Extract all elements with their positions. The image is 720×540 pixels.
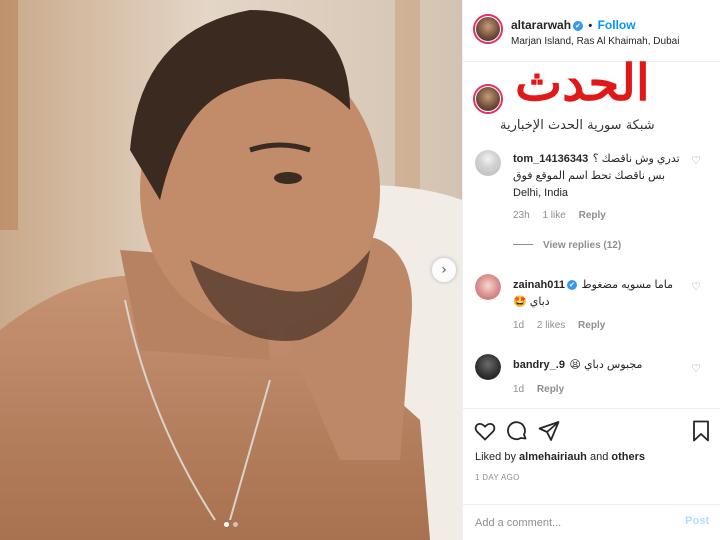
carousel-dots bbox=[224, 522, 238, 527]
header-separator: • bbox=[588, 20, 593, 32]
comment-text-line: دباي 🤩 bbox=[513, 296, 550, 308]
post-actions: Liked by almehairiauh and others 1 DAY A… bbox=[463, 408, 720, 504]
like-comment-heart-icon[interactable]: ♡ bbox=[691, 154, 701, 167]
post-time-ago[interactable]: 1 DAY AGO bbox=[475, 473, 520, 482]
like-heart-icon[interactable] bbox=[473, 419, 497, 443]
watermark-text: شبكة سورية الحدث الإخبارية bbox=[500, 118, 655, 133]
commenter-avatar[interactable] bbox=[475, 274, 501, 300]
save-bookmark-icon[interactable] bbox=[689, 419, 713, 443]
view-replies-button[interactable]: View replies (12) bbox=[513, 240, 621, 251]
post-location[interactable]: Marjan Island, Ras Al Khaimah, Dubai bbox=[511, 36, 679, 47]
comment-text-line: مجبوس دباي 😫 bbox=[569, 359, 643, 371]
verified-badge-icon: ✔ bbox=[573, 21, 584, 31]
share-paper-plane-icon[interactable] bbox=[537, 419, 561, 443]
post-photo[interactable]: › bbox=[0, 0, 462, 540]
next-photo-button[interactable]: › bbox=[432, 258, 456, 282]
post-comment-button[interactable]: Post bbox=[685, 515, 709, 527]
comment-bubble-icon[interactable] bbox=[505, 419, 529, 443]
reply-button[interactable]: Reply bbox=[578, 320, 605, 331]
comment-likes[interactable]: 1 like bbox=[542, 210, 565, 221]
view-replies-line bbox=[513, 244, 533, 245]
comment-composer: Post bbox=[463, 504, 720, 540]
comment-time: 1d bbox=[513, 320, 525, 331]
liked-by-line: Liked by almehairiauh and others bbox=[475, 451, 645, 463]
commenter-avatar[interactable] bbox=[475, 354, 501, 380]
comment-meta: 23h 1 like Reply bbox=[513, 210, 616, 221]
like-comment-heart-icon[interactable]: ♡ bbox=[691, 280, 701, 293]
comment-text-line: تدري وش ناقصك ؟ bbox=[592, 153, 680, 165]
author-avatar[interactable] bbox=[473, 14, 503, 44]
like-comment-heart-icon[interactable]: ♡ bbox=[691, 362, 701, 375]
commenter-avatar[interactable] bbox=[475, 150, 501, 176]
liked-by-prefix: Liked by bbox=[475, 451, 516, 463]
comment-username[interactable]: tom_14136343 bbox=[513, 153, 588, 165]
comment-username[interactable]: bandry_.9 bbox=[513, 359, 565, 371]
carousel-dot bbox=[233, 522, 238, 527]
watermark-logo: الحدث bbox=[515, 53, 652, 112]
header-user-line: altararwah ✔ • Follow bbox=[511, 18, 636, 32]
chevron-right-icon: › bbox=[441, 262, 447, 278]
comment-text-line: Delhi, India bbox=[513, 187, 569, 199]
caption-author-avatar[interactable] bbox=[473, 84, 503, 114]
liked-by-user[interactable]: almehairiauh bbox=[519, 451, 587, 463]
carousel-dot-active bbox=[224, 522, 229, 527]
follow-button[interactable]: Follow bbox=[598, 18, 636, 32]
liked-by-and: and bbox=[589, 451, 609, 463]
comment-username[interactable]: zainah011 bbox=[513, 279, 565, 291]
reply-button[interactable]: Reply bbox=[537, 384, 564, 395]
comment-meta: 1d 2 likes Reply bbox=[513, 320, 615, 331]
add-comment-input[interactable] bbox=[475, 513, 665, 533]
comment-text-line: بس ناقصك تحط اسم الموقع فوق bbox=[513, 170, 666, 182]
view-replies-label: View replies (12) bbox=[543, 240, 622, 251]
comment-text-line: ماما مسويه مضغوط bbox=[581, 279, 673, 291]
verified-badge-icon: ✔ bbox=[566, 280, 577, 290]
author-username[interactable]: altararwah bbox=[511, 18, 571, 32]
liked-by-others[interactable]: others bbox=[611, 451, 645, 463]
reply-button[interactable]: Reply bbox=[579, 210, 606, 221]
comments-list[interactable]: tom_14136343 تدري وش ناقصك ؟ بس ناقصك تح… bbox=[463, 62, 720, 408]
comment-time: 1d bbox=[513, 384, 525, 395]
comment-time: 23h bbox=[513, 210, 530, 221]
photo-illustration bbox=[0, 0, 462, 540]
comment-likes[interactable]: 2 likes bbox=[537, 320, 565, 331]
comment-meta: 1d Reply bbox=[513, 384, 574, 395]
